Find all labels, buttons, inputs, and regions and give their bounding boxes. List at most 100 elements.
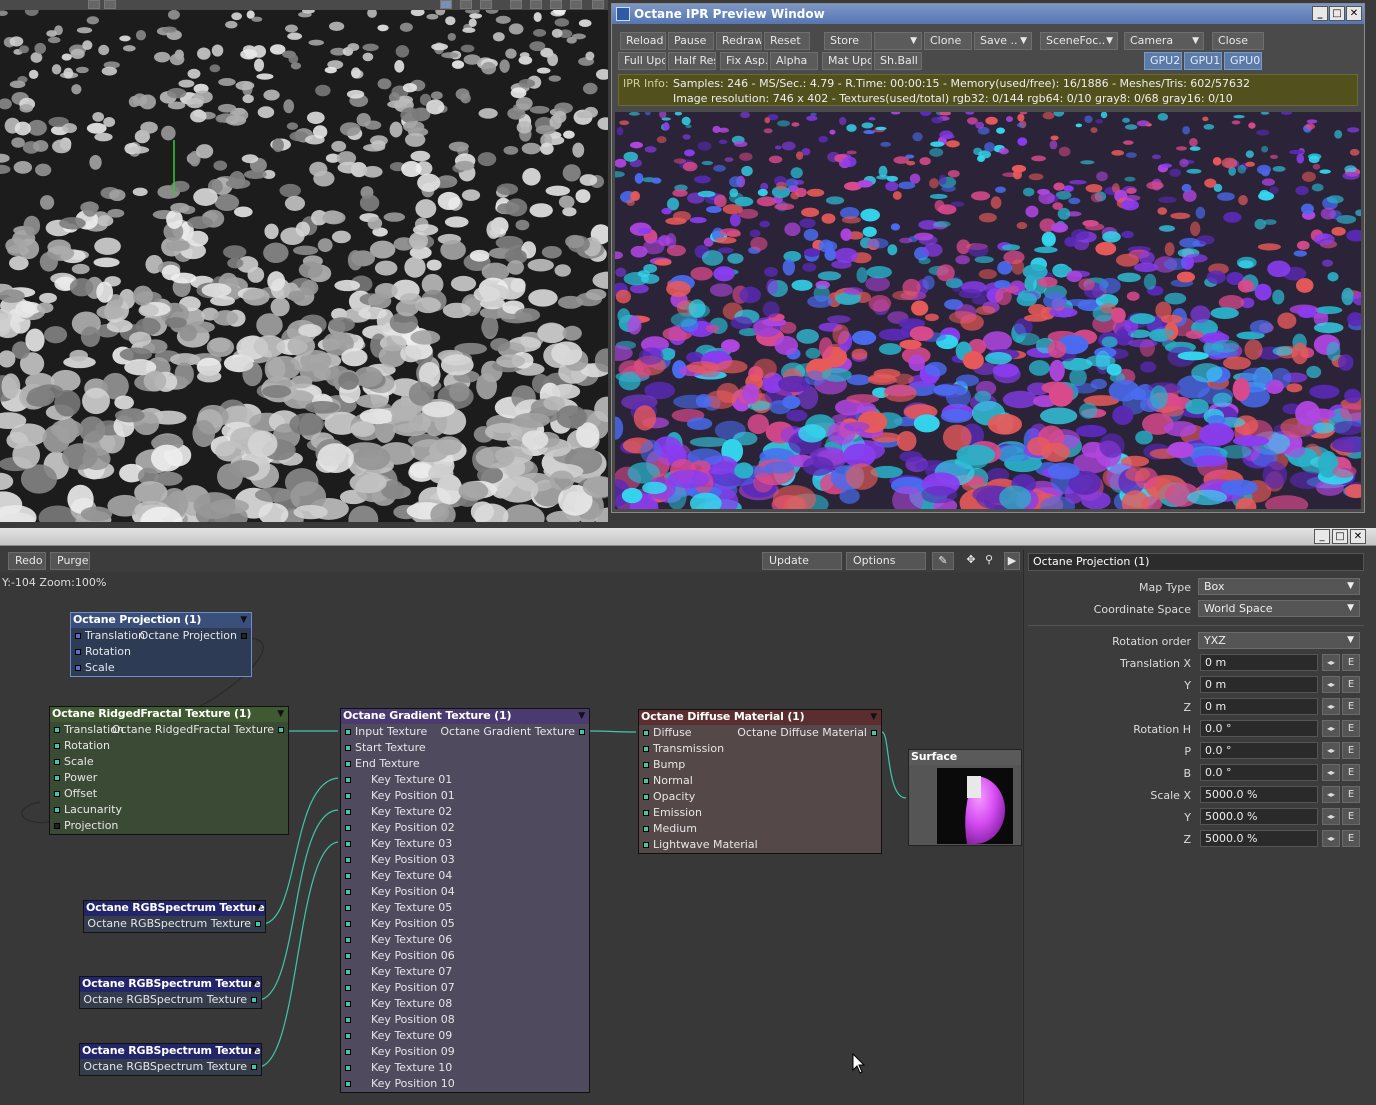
node-octane-rgbspectrum-texture-2[interactable]: Octane RGBSpectrum Texture (2)▼ Octane R… bbox=[79, 976, 262, 1009]
spinner-arrows-icon[interactable]: ◂▸ bbox=[1322, 764, 1340, 781]
node-title[interactable]: Octane RGBSpectrum Texture (3)▼ bbox=[80, 1044, 261, 1059]
input-port[interactable] bbox=[345, 857, 351, 863]
alpha-button[interactable]: Alpha bbox=[770, 52, 818, 70]
chevron-down-icon[interactable]: ▼ bbox=[578, 709, 585, 723]
node-canvas[interactable]: Y:-104 Zoom:100% Octane Projection (1) ▼ … bbox=[0, 572, 1022, 1105]
3d-viewport[interactable] bbox=[0, 0, 608, 522]
spinner-arrows-icon[interactable]: ◂▸ bbox=[1322, 676, 1340, 693]
spinner-arrows-icon[interactable]: ◂▸ bbox=[1322, 654, 1340, 671]
spinner-arrows-icon[interactable]: ◂▸ bbox=[1322, 720, 1340, 737]
update-button[interactable]: Update bbox=[762, 552, 842, 570]
node-title[interactable]: Octane RGBSpectrum Texture (2)▼ bbox=[80, 977, 261, 992]
node-octane-ridgedfractal-texture[interactable]: Octane RidgedFractal Texture (1) ▼ Transl… bbox=[49, 706, 289, 835]
node-octane-rgbspectrum-texture-3[interactable]: Octane RGBSpectrum Texture (3)▼ Octane R… bbox=[79, 1043, 262, 1076]
transform-field-input[interactable]: 5000.0 % bbox=[1200, 786, 1318, 803]
node-title[interactable]: Octane Projection (1) ▼ bbox=[71, 613, 251, 628]
spinner-arrows-icon[interactable]: ◂▸ bbox=[1322, 786, 1340, 803]
node-title[interactable]: Surface bbox=[909, 750, 1021, 765]
output-port[interactable] bbox=[251, 997, 257, 1003]
input-port[interactable] bbox=[345, 1033, 351, 1039]
input-port[interactable] bbox=[54, 823, 60, 829]
gpu0-toggle[interactable]: GPU0 bbox=[1224, 52, 1262, 70]
node-octane-diffuse-material[interactable]: Octane Diffuse Material (1) ▼ Diffuse Octa… bbox=[638, 709, 882, 854]
spinner-arrows-icon[interactable]: ◂▸ bbox=[1322, 742, 1340, 759]
input-port[interactable] bbox=[345, 889, 351, 895]
input-port[interactable] bbox=[345, 793, 351, 799]
input-port[interactable] bbox=[345, 985, 351, 991]
gpu1-toggle[interactable]: GPU1 bbox=[1184, 52, 1222, 70]
transform-field-input[interactable]: 0 m bbox=[1200, 654, 1318, 671]
camera-dropdown[interactable]: Camera ▼ bbox=[1124, 32, 1204, 50]
input-port[interactable] bbox=[345, 905, 351, 911]
input-port[interactable] bbox=[345, 825, 351, 831]
reload-button[interactable]: Reload bbox=[620, 32, 666, 50]
close-button[interactable]: Close bbox=[1212, 32, 1264, 50]
transform-field-input[interactable]: 5000.0 % bbox=[1200, 808, 1318, 825]
viewport-list-icon[interactable] bbox=[460, 0, 472, 9]
input-port[interactable] bbox=[643, 762, 649, 768]
input-port[interactable] bbox=[345, 729, 351, 735]
envelope-button[interactable]: E bbox=[1342, 830, 1360, 847]
zoom-icon[interactable]: ⚲ bbox=[980, 552, 998, 570]
close-icon[interactable]: ✕ bbox=[1350, 529, 1366, 544]
input-port[interactable] bbox=[345, 969, 351, 975]
purge-button[interactable]: Purge bbox=[50, 552, 90, 570]
input-port[interactable] bbox=[643, 794, 649, 800]
transform-field-input[interactable]: 0 m bbox=[1200, 698, 1318, 715]
coordinate-space-select[interactable]: World Space ▼ bbox=[1198, 600, 1360, 617]
envelope-button[interactable]: E bbox=[1342, 764, 1360, 781]
node-title[interactable]: Octane Gradient Texture (1) ▼ bbox=[341, 709, 589, 724]
ipr-titlebar[interactable]: Octane IPR Preview Window _ □ ✕ bbox=[612, 4, 1364, 24]
clone-button[interactable]: Clone bbox=[924, 32, 972, 50]
store-button[interactable]: Store bbox=[824, 32, 872, 50]
transform-field-input[interactable]: 5000.0 % bbox=[1200, 830, 1318, 847]
viewport-settings-icon[interactable] bbox=[480, 0, 492, 9]
input-port[interactable] bbox=[345, 921, 351, 927]
envelope-button[interactable]: E bbox=[1342, 742, 1360, 759]
chevron-down-icon[interactable]: ▼ bbox=[254, 901, 261, 915]
map-type-select[interactable]: Box ▼ bbox=[1198, 578, 1360, 595]
input-port[interactable] bbox=[345, 873, 351, 879]
material-update-button[interactable]: Mat Upd bbox=[822, 52, 872, 70]
edit-tool-icon[interactable]: ✎ bbox=[932, 552, 954, 570]
input-port[interactable] bbox=[54, 743, 60, 749]
transform-field-input[interactable]: 0.0 ° bbox=[1200, 742, 1318, 759]
viewport-dropdown-icon[interactable] bbox=[104, 0, 116, 9]
input-port[interactable] bbox=[643, 810, 649, 816]
input-port[interactable] bbox=[75, 665, 81, 671]
node-title[interactable]: Octane RidgedFractal Texture (1) ▼ bbox=[50, 707, 288, 722]
output-port[interactable] bbox=[871, 730, 877, 736]
minimize-icon[interactable]: _ bbox=[1312, 6, 1328, 21]
node-title[interactable]: Octane RGBSpectrum Texture (1)▼ bbox=[84, 901, 265, 916]
redo-button[interactable]: Redo bbox=[8, 552, 46, 570]
input-port[interactable] bbox=[345, 937, 351, 943]
ipr-render-image[interactable] bbox=[615, 112, 1361, 509]
play-arrow-icon[interactable]: ▶ bbox=[1004, 552, 1020, 570]
spinner-arrows-icon[interactable]: ◂▸ bbox=[1322, 830, 1340, 847]
input-port[interactable] bbox=[345, 761, 351, 767]
input-port[interactable] bbox=[54, 807, 60, 813]
input-port[interactable] bbox=[345, 1001, 351, 1007]
node-octane-projection[interactable]: Octane Projection (1) ▼ Translation Octan… bbox=[70, 612, 252, 677]
pan-icon[interactable]: ✥ bbox=[962, 552, 980, 570]
envelope-button[interactable]: E bbox=[1342, 720, 1360, 737]
input-port[interactable] bbox=[54, 791, 60, 797]
viewport-view-icon[interactable] bbox=[440, 0, 452, 9]
minimize-icon[interactable]: _ bbox=[1314, 529, 1330, 544]
input-port[interactable] bbox=[54, 727, 60, 733]
input-port[interactable] bbox=[643, 778, 649, 784]
options-button[interactable]: Options bbox=[846, 552, 926, 570]
output-port[interactable] bbox=[255, 921, 261, 927]
input-port[interactable] bbox=[643, 826, 649, 832]
node-octane-rgbspectrum-texture-1[interactable]: Octane RGBSpectrum Texture (1)▼ Octane R… bbox=[83, 900, 266, 933]
full-update-button[interactable]: Full Upd. bbox=[618, 52, 666, 70]
input-port[interactable] bbox=[345, 809, 351, 815]
close-icon[interactable]: ✕ bbox=[1346, 6, 1362, 21]
chevron-down-icon[interactable]: ▼ bbox=[870, 710, 877, 724]
envelope-button[interactable]: E bbox=[1342, 676, 1360, 693]
shader-ball-button[interactable]: Sh.Ball bbox=[874, 52, 922, 70]
input-port[interactable] bbox=[54, 759, 60, 765]
node-octane-gradient-texture[interactable]: Octane Gradient Texture (1) ▼ Input Textu… bbox=[340, 708, 590, 1093]
node-title[interactable]: Octane Diffuse Material (1) ▼ bbox=[639, 710, 881, 725]
spinner-arrows-icon[interactable]: ◂▸ bbox=[1322, 698, 1340, 715]
